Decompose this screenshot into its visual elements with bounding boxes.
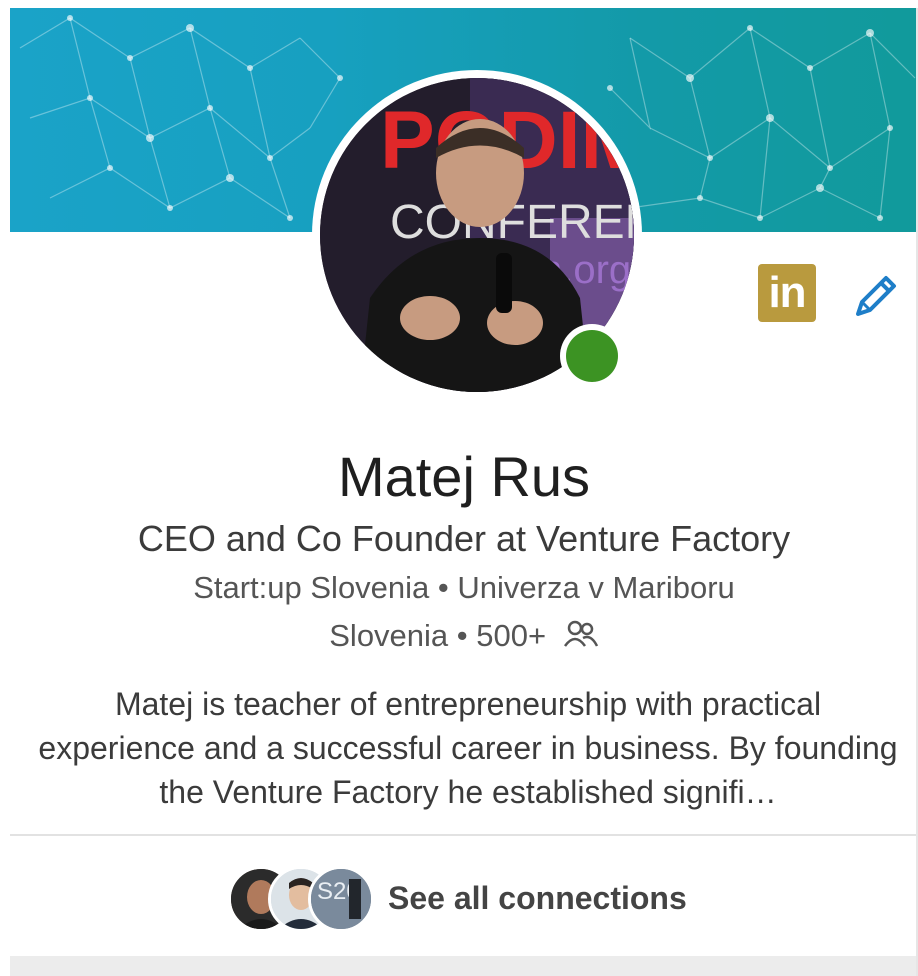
linkedin-icon[interactable]: in <box>758 264 816 322</box>
profile-headline: CEO and Co Founder at Venture Factory <box>137 518 791 559</box>
profile-affiliations: Start:up Slovenia • Univerza v Mariboru <box>10 570 918 606</box>
see-all-connections-link[interactable]: See all connections <box>388 880 687 917</box>
connections-count: 500+ <box>476 618 547 653</box>
meta-separator: • <box>456 618 468 653</box>
profile-company: Start:up Slovenia <box>193 570 430 605</box>
meta-separator: • <box>437 570 449 605</box>
footer-strip <box>10 956 918 976</box>
pencil-icon[interactable] <box>848 268 904 324</box>
profile-name: Matej Rus <box>337 445 591 508</box>
connections-icon <box>563 620 599 656</box>
profile-location-row: Slovenia • 500+ <box>10 618 918 656</box>
profile-summary[interactable]: Matej is teacher of entrepreneurship wit… <box>38 682 898 814</box>
see-all-connections-row[interactable]: S20 See all connections <box>10 836 918 956</box>
connection-avatar: S20 <box>308 866 374 932</box>
online-status-indicator <box>560 324 624 388</box>
profile-card: PODIM CONFERENCE n.org in Matej Rus CEO … <box>10 8 918 976</box>
profile-school: Univerza v Mariboru <box>457 570 735 605</box>
profile-location: Slovenia <box>329 618 449 653</box>
